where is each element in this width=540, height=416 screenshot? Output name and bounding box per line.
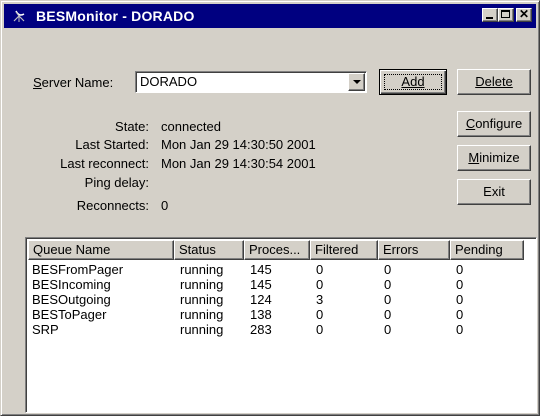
queue-name-cell: BESIncoming	[32, 277, 111, 292]
last-started-label: Last Started:	[75, 137, 149, 152]
column-header-processed[interactable]: Proces...	[244, 240, 310, 260]
pending-cell: 0	[456, 292, 464, 307]
reconnects-value: 0	[161, 198, 169, 213]
chevron-down-icon[interactable]	[348, 73, 365, 91]
errors-cell: 0	[384, 307, 392, 322]
window-title: BESMonitor - DORADO	[36, 8, 195, 24]
close-icon: ✕	[518, 7, 530, 21]
minimize-button[interactable]: Minimize	[457, 145, 531, 171]
queue-list-rows: BESFromPager running 145 0 0 0 BESIncomi…	[28, 262, 524, 337]
processed-cell: 145	[250, 262, 272, 277]
maximize-window-button[interactable]	[498, 8, 514, 22]
filtered-cell: 0	[316, 262, 324, 277]
status-cell: running	[180, 292, 224, 307]
processed-cell: 124	[250, 292, 272, 307]
configure-button[interactable]: Configure	[457, 111, 531, 137]
status-cell: running	[180, 277, 224, 292]
last-reconnect-label: Last reconnect:	[60, 156, 149, 171]
minimize-icon	[486, 17, 493, 19]
close-window-button[interactable]: ✕	[516, 7, 532, 22]
status-cell: running	[180, 262, 224, 277]
maximize-icon	[501, 10, 510, 18]
queue-list[interactable]: Queue Name Status Proces... Filtered Err…	[25, 237, 537, 413]
filtered-cell: 3	[316, 292, 324, 307]
status-cell: running	[180, 307, 224, 322]
table-row[interactable]: BESOutgoing running 124 3 0 0	[28, 292, 524, 307]
queue-name-cell: BESOutgoing	[32, 292, 111, 307]
processed-cell: 145	[250, 277, 272, 292]
column-header-pending[interactable]: Pending	[450, 240, 524, 260]
besmonitor-window: BESMonitor - DORADO ✕ Server Name: DORAD…	[0, 0, 540, 416]
errors-cell: 0	[384, 262, 392, 277]
minimize-window-button[interactable]	[482, 8, 498, 22]
processed-cell: 138	[250, 307, 272, 322]
column-header-filtered[interactable]: Filtered	[310, 240, 378, 260]
table-row[interactable]: SRP running 283 0 0 0	[28, 322, 524, 337]
status-cell: running	[180, 322, 224, 337]
last-started-value: Mon Jan 29 14:30:50 2001	[161, 137, 316, 152]
errors-cell: 0	[384, 322, 392, 337]
server-name-label: Server Name:	[33, 75, 114, 90]
column-header-errors[interactable]: Errors	[378, 240, 450, 260]
errors-cell: 0	[384, 277, 392, 292]
reconnects-label: Reconnects:	[76, 198, 149, 213]
filtered-cell: 0	[316, 322, 324, 337]
add-button[interactable]: Add	[379, 69, 447, 95]
server-name-combobox[interactable]: DORADO	[135, 71, 367, 93]
table-row[interactable]: BESToPager running 138 0 0 0	[28, 307, 524, 322]
queue-name-cell: SRP	[32, 322, 59, 337]
ping-delay-label: Ping delay:	[84, 175, 149, 190]
title-bar[interactable]: BESMonitor - DORADO ✕	[4, 4, 536, 28]
pending-cell: 0	[456, 262, 464, 277]
state-value: connected	[161, 119, 221, 134]
queue-name-cell: BESFromPager	[32, 262, 124, 277]
table-row[interactable]: BESFromPager running 145 0 0 0	[28, 262, 524, 277]
state-label: State:	[115, 119, 149, 134]
last-reconnect-value: Mon Jan 29 14:30:54 2001	[161, 156, 316, 171]
queue-name-cell: BESToPager	[32, 307, 107, 322]
pending-cell: 0	[456, 322, 464, 337]
pending-cell: 0	[456, 277, 464, 292]
table-row[interactable]: BESIncoming running 145 0 0 0	[28, 277, 524, 292]
filtered-cell: 0	[316, 307, 324, 322]
satellite-dish-icon	[8, 5, 30, 27]
queue-list-header: Queue Name Status Proces... Filtered Err…	[28, 240, 524, 260]
configure-button-label: Configure	[465, 116, 523, 131]
minimize-button-label: Minimize	[468, 150, 520, 165]
errors-cell: 0	[384, 292, 392, 307]
delete-button-label: Delete	[475, 74, 513, 89]
processed-cell: 283	[250, 322, 272, 337]
delete-button[interactable]: Delete	[457, 69, 531, 95]
server-name-value: DORADO	[140, 74, 198, 89]
pending-cell: 0	[456, 307, 464, 322]
column-header-queue-name[interactable]: Queue Name	[28, 240, 174, 260]
exit-button-label: Exit	[483, 184, 505, 199]
exit-button[interactable]: Exit	[457, 179, 531, 205]
filtered-cell: 0	[316, 277, 324, 292]
column-header-status[interactable]: Status	[174, 240, 244, 260]
